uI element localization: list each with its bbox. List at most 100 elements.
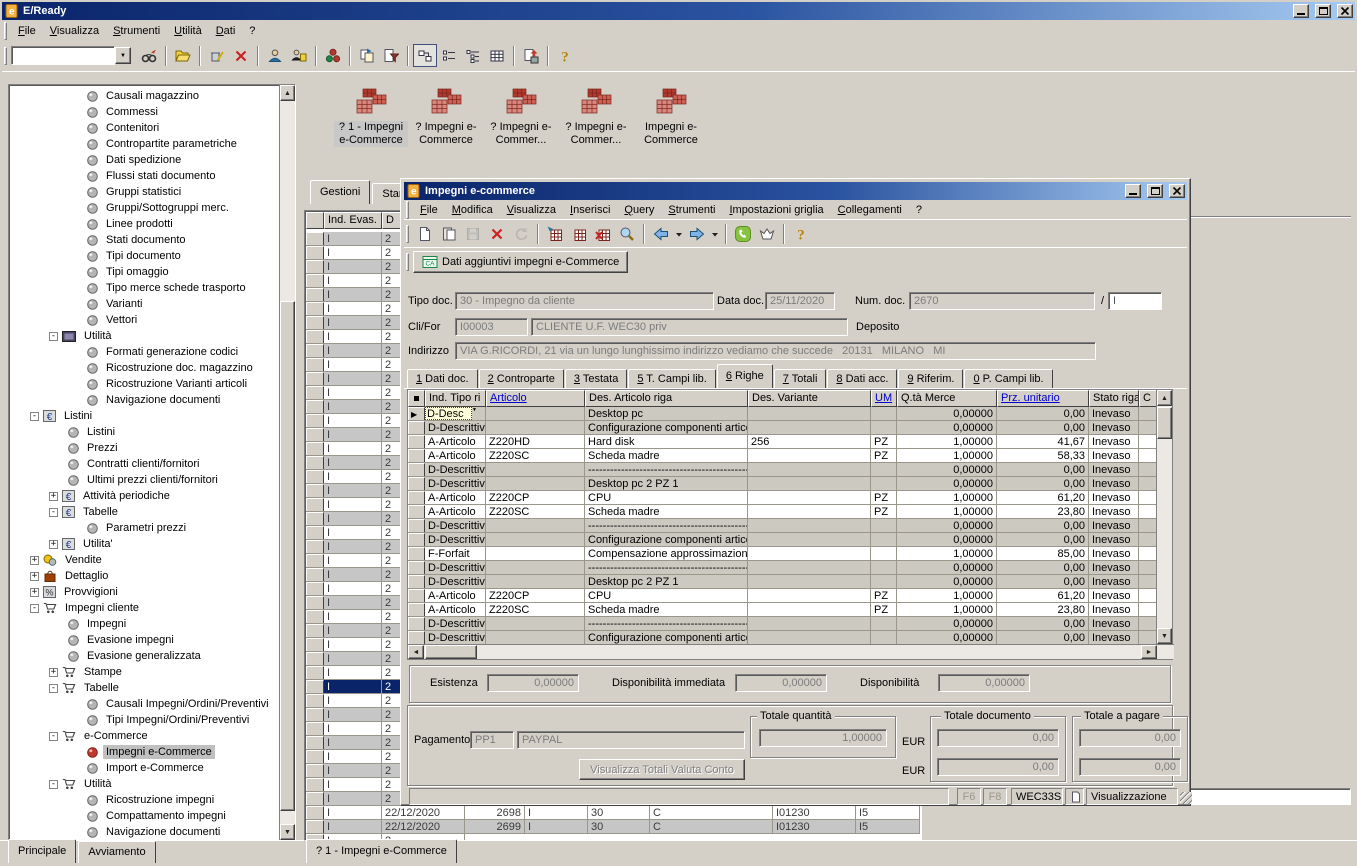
view-list-button[interactable]	[437, 44, 461, 67]
tree-item-compattamento-impegni[interactable]: Compattamento impegni	[9, 808, 278, 824]
bg-row-selector[interactable]	[306, 652, 324, 665]
desktop-shortcut-2[interactable]: ? Impegni e-Commerce	[409, 88, 483, 147]
tree-item-listini[interactable]: -€Listini	[9, 408, 278, 424]
grid-row[interactable]: A-ArticoloZ220HDHard disk256PZ1,0000041,…	[408, 435, 1157, 449]
grid-row[interactable]: ▶D-Desc▼Desktop pc0,000000,00Inevaso	[408, 407, 1157, 421]
grid-row[interactable]: D-Descrittiv----------------------------…	[408, 561, 1157, 575]
num-doc-field[interactable]: 2670	[909, 292, 1095, 310]
bg-row-selector[interactable]	[306, 414, 324, 427]
tree-item-dettaglio[interactable]: +Dettaglio	[9, 568, 278, 584]
row-selector[interactable]	[408, 491, 425, 504]
tree-item-stampe[interactable]: +Stampe	[9, 664, 278, 680]
menu-item-doc-visualizza[interactable]: Visualizza	[500, 202, 563, 218]
doc-tab-9-riferim[interactable]: 9 Riferim.	[898, 369, 963, 388]
expand-icon[interactable]: +	[49, 668, 58, 677]
current-row-indicator[interactable]: ▶	[408, 407, 425, 420]
bg-row-selector[interactable]	[306, 820, 324, 833]
row-selector[interactable]	[408, 603, 425, 616]
column-header-selector[interactable]	[408, 390, 425, 407]
help-button[interactable]: ?	[789, 223, 813, 246]
tree-item-evasione-impegni[interactable]: Evasione impegni	[9, 632, 278, 648]
combo-dropdown-button[interactable]: ▼	[115, 47, 131, 64]
export-button[interactable]	[519, 44, 543, 67]
collapse-icon[interactable]: -	[30, 604, 39, 613]
column-header-des-articolo-riga[interactable]: Des. Articolo riga	[585, 390, 748, 407]
tree-item-evasione-generalizzata[interactable]: Evasione generalizzata	[9, 648, 278, 664]
bg-row-selector[interactable]	[306, 344, 324, 357]
row-selector[interactable]	[408, 463, 425, 476]
doc-tab-7-totali[interactable]: 7 Totali	[774, 369, 827, 388]
quick-search-input[interactable]	[11, 46, 115, 65]
delete-button[interactable]	[229, 44, 253, 67]
collapse-icon[interactable]: -	[49, 332, 58, 341]
help-button[interactable]: ?	[553, 44, 577, 67]
bg-row-selector[interactable]	[306, 764, 324, 777]
bg-row-selector[interactable]	[306, 722, 324, 735]
tree-item-tabelle[interactable]: -€Tabelle	[9, 504, 278, 520]
menu-item-doc-strumenti[interactable]: Strumenti	[661, 202, 722, 218]
tree-item-varianti[interactable]: Varianti	[9, 296, 278, 312]
menu-item-doc-modifica[interactable]: Modifica	[445, 202, 500, 218]
filter-button[interactable]	[379, 44, 403, 67]
bg-row-selector[interactable]	[306, 708, 324, 721]
bg-row-selector[interactable]	[306, 442, 324, 455]
user-button[interactable]	[263, 44, 287, 67]
tree-item-impegni[interactable]: Impegni	[9, 616, 278, 632]
num-doc-bis-field[interactable]: I	[1108, 292, 1162, 310]
tree-item-gruppi-sottogruppi-merc[interactable]: Gruppi/Sottogruppi merc.	[9, 200, 278, 216]
grid-row[interactable]: D-DescrittivConfigurazione componenti ar…	[408, 631, 1157, 645]
menu-item-doc-query[interactable]: Query	[617, 202, 661, 218]
bg-row-selector[interactable]	[306, 400, 324, 413]
row-selector[interactable]	[408, 421, 425, 434]
child-close-button[interactable]	[1169, 184, 1185, 198]
doc-tab-5-t-campi-lib[interactable]: 5 T. Campi lib.	[628, 369, 716, 388]
bg-row-selector[interactable]	[306, 596, 324, 609]
tree-item-causali-magazzino[interactable]: Causali magazzino	[9, 88, 278, 104]
bg-row-selector[interactable]	[306, 568, 324, 581]
menu-item-main-dati[interactable]: Dati	[209, 23, 243, 39]
row-selector[interactable]	[408, 561, 425, 574]
row-selector[interactable]	[408, 435, 425, 448]
row-selector[interactable]	[408, 449, 425, 462]
grid-delete-button[interactable]	[591, 223, 615, 246]
tree-item-contropartite-parametriche[interactable]: Contropartite parametriche	[9, 136, 278, 152]
tree-item-prezzi[interactable]: Prezzi	[9, 440, 278, 456]
view-table-button[interactable]	[485, 44, 509, 67]
child-maximize-button[interactable]	[1147, 184, 1163, 198]
grid-row[interactable]: D-DescrittivConfigurazione componenti ar…	[408, 533, 1157, 547]
column-header-articolo[interactable]: Articolo	[486, 390, 585, 407]
tab-principale[interactable]: Principale	[8, 839, 76, 863]
bg-grid-row[interactable]: I22/12/20202698I30CI01230I5	[306, 806, 920, 820]
row-selector[interactable]	[408, 631, 425, 644]
phone-button[interactable]	[731, 223, 755, 246]
column-header-ind-tipo-ri[interactable]: Ind. Tipo ri	[425, 390, 486, 407]
doc-tab-2-controparte[interactable]: 2 Controparte	[479, 369, 564, 388]
scroll-up-icon[interactable]: ▲	[280, 85, 295, 101]
scroll-down-icon[interactable]: ▼	[280, 824, 295, 840]
bg-row-selector[interactable]	[306, 358, 324, 371]
tree-item-ricostruzione-impegni[interactable]: Ricostruzione impegni	[9, 792, 278, 808]
refresh-button[interactable]	[509, 223, 533, 246]
grid-row[interactable]: A-ArticoloZ220CPCPUPZ1,0000061,20Inevaso	[408, 589, 1157, 603]
tree-scrollbar[interactable]: ▲ ▼	[279, 85, 295, 840]
tree-item-causali-impegni-ordini-preventivi[interactable]: Causali Impegni/Ordini/Preventivi	[9, 696, 278, 712]
data-doc-field[interactable]: 25/11/2020	[765, 292, 835, 310]
column-header-c[interactable]: C	[1139, 390, 1157, 407]
row-selector[interactable]	[408, 617, 425, 630]
tree-item-stati-documento[interactable]: Stati documento	[9, 232, 278, 248]
save-button[interactable]	[461, 223, 485, 246]
search-button[interactable]	[615, 223, 639, 246]
child-menubar-grip[interactable]	[406, 201, 409, 219]
scroll-down-icon[interactable]: ▼	[1157, 628, 1172, 644]
menu-item-main-file[interactable]: File	[11, 23, 43, 39]
tipo-riga-combo[interactable]: D-Desc▼	[425, 407, 486, 420]
menu-item-main-item[interactable]: ?	[242, 23, 262, 39]
collapse-icon[interactable]: -	[49, 732, 58, 741]
tree-item-impegni-cliente[interactable]: -Impegni cliente	[9, 600, 278, 616]
bg-row-selector[interactable]	[306, 316, 324, 329]
forward-button[interactable]	[685, 223, 709, 246]
tree-item-vendite[interactable]: +Vendite	[9, 552, 278, 568]
bg-row-selector[interactable]	[306, 778, 324, 791]
tree-item-tipi-documento[interactable]: Tipi documento	[9, 248, 278, 264]
row-selector[interactable]	[408, 533, 425, 546]
